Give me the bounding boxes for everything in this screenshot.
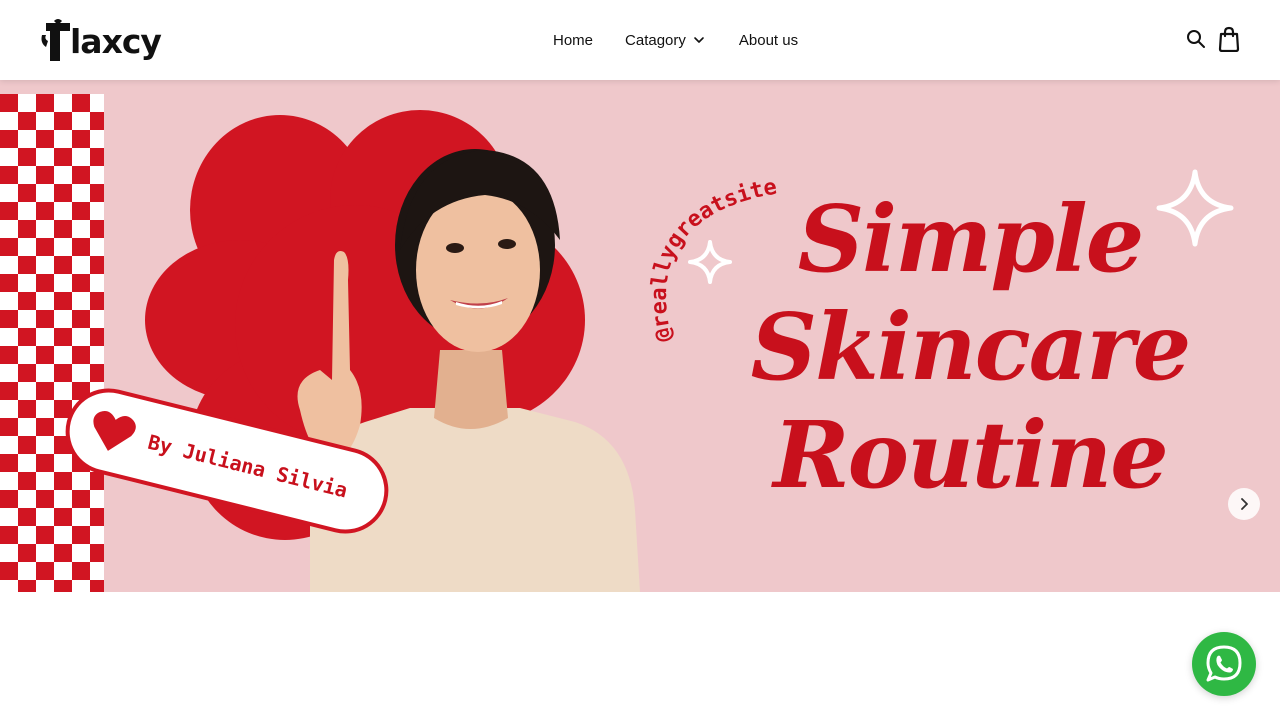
nav-about[interactable]: About us bbox=[739, 32, 798, 49]
hero-title-line-1: Simple bbox=[797, 185, 1145, 293]
author-name: By Juliana Silvia bbox=[145, 429, 350, 503]
site-header: laxcy Home Catagory About us bbox=[0, 0, 1280, 80]
whatsapp-icon bbox=[1206, 645, 1242, 682]
chevron-down-icon bbox=[694, 37, 704, 43]
checkerboard-pattern bbox=[0, 94, 104, 592]
heart-icon bbox=[93, 410, 136, 451]
hero-title: Simple Skincare Routine bbox=[730, 185, 1210, 509]
hero-title-line-3: Routine bbox=[773, 401, 1169, 509]
main-nav: Home Catagory About us bbox=[553, 28, 798, 52]
nav-category[interactable]: Catagory bbox=[625, 32, 705, 49]
hero-banner[interactable]: By Juliana Silvia @reallygreatsite Simpl… bbox=[0, 80, 1280, 592]
nav-home[interactable]: Home bbox=[553, 32, 593, 49]
whatsapp-button[interactable] bbox=[1192, 632, 1256, 696]
logo[interactable]: laxcy bbox=[40, 15, 190, 67]
nav-category-label: Catagory bbox=[625, 31, 686, 49]
header-actions bbox=[1186, 26, 1240, 52]
shopping-bag-icon[interactable] bbox=[1218, 26, 1240, 52]
search-icon[interactable] bbox=[1186, 29, 1206, 49]
logo-text: laxcy bbox=[70, 21, 162, 61]
slider-next-button[interactable] bbox=[1228, 488, 1260, 520]
chevron-right-icon bbox=[1241, 498, 1248, 510]
hero-title-line-2: Skincare bbox=[750, 293, 1192, 401]
sparkle-icon-small bbox=[688, 240, 732, 284]
logo-mark-icon bbox=[41, 19, 70, 61]
